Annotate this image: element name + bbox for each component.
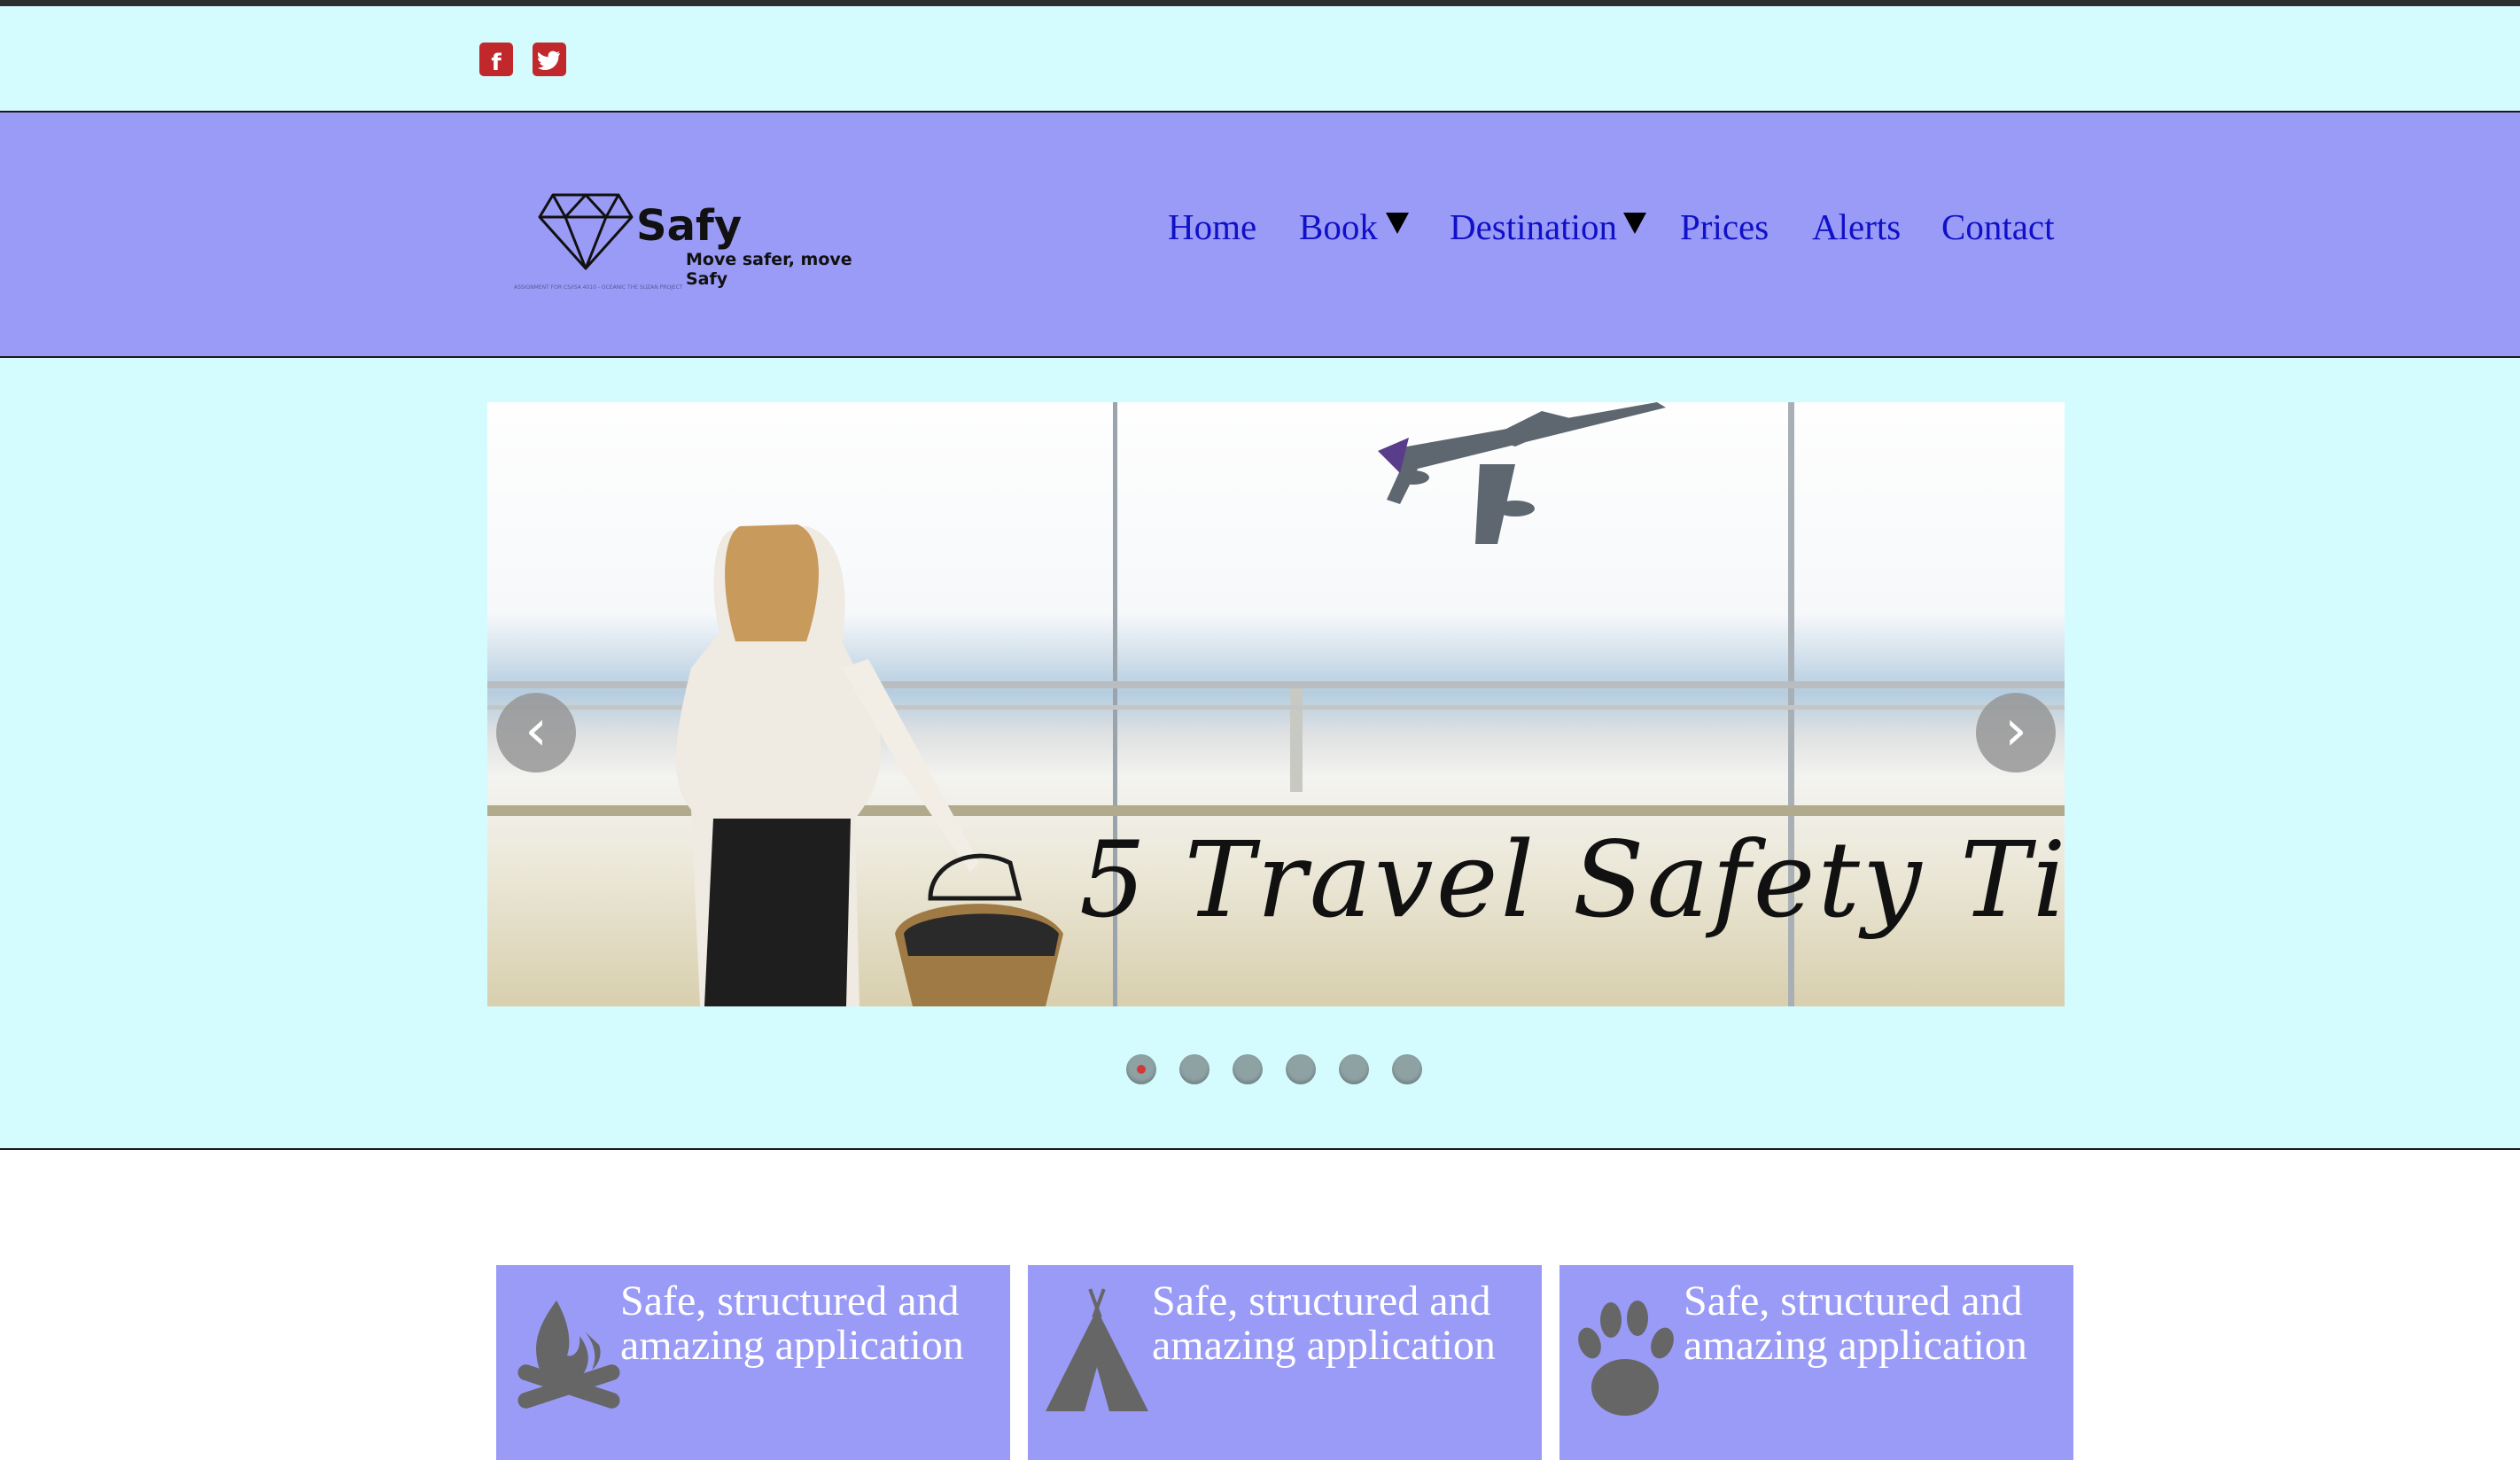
paw-icon <box>1578 1301 1674 1416</box>
site-header: Safy Move safer, move Safy ASSIGNMENT FO… <box>0 113 2520 358</box>
nav-contact[interactable]: Contact <box>1941 206 2055 248</box>
slider-dot[interactable] <box>1126 1054 1156 1084</box>
brand-fine-print: ASSIGNMENT FOR CS/ISA 4010 - OCEANIC THE… <box>514 284 683 291</box>
nav-book[interactable]: Book <box>1299 206 1378 248</box>
destination-dropdown-icon[interactable] <box>1623 213 1646 234</box>
social-bar: f <box>0 6 2520 113</box>
slider-dot[interactable] <box>1233 1054 1263 1084</box>
feature-text: Safe, structured and amazing application <box>1152 1278 1496 1369</box>
nav-alerts[interactable]: Alerts <box>1812 206 1901 248</box>
slider-prev-button[interactable]: ‹ <box>496 693 576 773</box>
slider-dot[interactable] <box>1339 1054 1369 1084</box>
facebook-icon[interactable]: f <box>479 43 513 76</box>
twitter-icon[interactable] <box>533 43 566 76</box>
top-border <box>0 0 2520 6</box>
main-nav: Home Book Destination Prices Alerts Cont… <box>0 206 2520 268</box>
feature-card: Safe, structured and amazing application <box>1559 1265 2073 1460</box>
tent-icon <box>1046 1288 1148 1411</box>
features-row: Safe, structured and amazing application… <box>0 1265 2520 1460</box>
slider-dot[interactable] <box>1286 1054 1316 1084</box>
feature-text: Safe, structured and amazing application <box>620 1278 964 1369</box>
hero-slider: 5 Travel Safety Tips ‹ › <box>0 358 2520 1150</box>
feature-card: Safe, structured and amazing application <box>1028 1265 1542 1460</box>
nav-prices[interactable]: Prices <box>1680 206 1769 248</box>
slider-dot[interactable] <box>1179 1054 1209 1084</box>
nav-home[interactable]: Home <box>1168 206 1256 248</box>
campfire-icon <box>517 1301 620 1409</box>
feature-card: Safe, structured and amazing application <box>496 1265 1010 1460</box>
feature-text: Safe, structured and amazing application <box>1684 1278 2027 1369</box>
slide-image: 5 Travel Safety Tips ‹ › <box>487 402 2065 1006</box>
slider-next-button[interactable]: › <box>1976 693 2056 773</box>
slider-pagination <box>1126 1054 1427 1084</box>
slide-caption: 5 Travel Safety Tips <box>1079 819 2065 941</box>
book-dropdown-icon[interactable] <box>1386 213 1409 234</box>
twitter-bird-icon <box>538 50 560 70</box>
slider-dot[interactable] <box>1392 1054 1422 1084</box>
nav-destination[interactable]: Destination <box>1450 206 1617 248</box>
